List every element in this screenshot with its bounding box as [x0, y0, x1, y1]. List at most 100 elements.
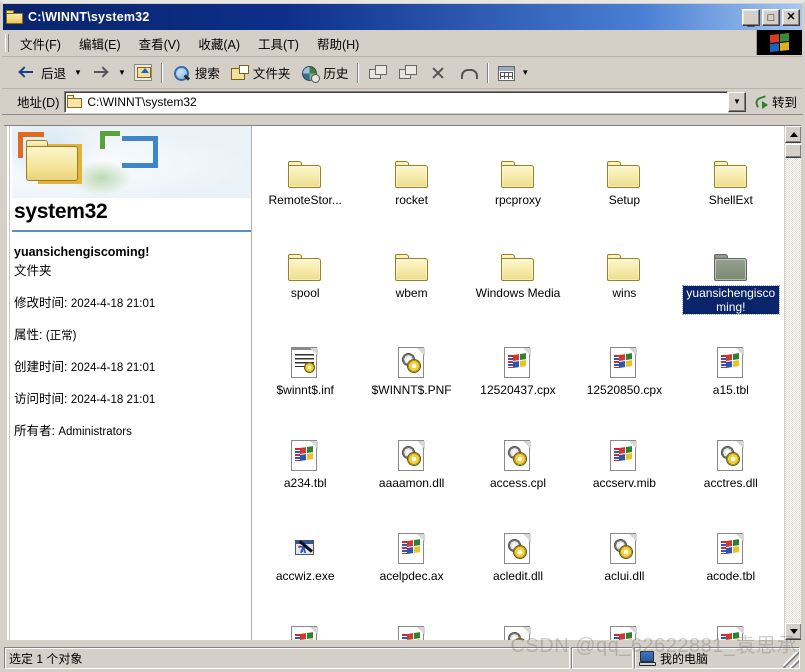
- toolbar-separator: [160, 62, 163, 83]
- copy-to-icon: [398, 64, 418, 82]
- address-label: 地址(D): [17, 96, 60, 110]
- forward-dropdown-icon[interactable]: ▼: [118, 68, 126, 77]
- file-list-item[interactable]: NtmsData: [358, 126, 464, 153]
- file-icon-flag: [716, 533, 745, 565]
- file-list-item[interactable]: npp: [252, 126, 358, 153]
- menu-item-view[interactable]: 查看(V): [130, 30, 190, 57]
- scroll-up-button[interactable]: [785, 126, 801, 143]
- up-folder-icon: [133, 64, 152, 81]
- green-bracket-icon: [100, 131, 120, 149]
- file-list-item-label: $winnt$.inf: [276, 383, 334, 397]
- views-button[interactable]: ▼: [493, 60, 537, 86]
- minimize-button[interactable]: _: [742, 8, 760, 26]
- file-list-item[interactable]: [252, 618, 358, 640]
- file-list-item[interactable]: reminst: [678, 126, 784, 153]
- file-list-item[interactable]: spool: [252, 246, 358, 339]
- file-list-item[interactable]: os2: [465, 126, 571, 153]
- delete-button[interactable]: [423, 60, 453, 86]
- go-button[interactable]: 转到: [747, 92, 803, 111]
- detail-key: 所有者:: [14, 424, 55, 438]
- file-list-item[interactable]: access.cpl: [465, 432, 571, 525]
- file-list-item[interactable]: 12520850.cpx: [571, 339, 677, 432]
- menu-item-favorites[interactable]: 收藏(A): [189, 30, 249, 57]
- detail-row-modified: 修改时间: 2024-4-18 21:01: [14, 292, 247, 311]
- file-list-item[interactable]: a15.tbl: [678, 339, 784, 432]
- history-label: 历史: [323, 67, 349, 81]
- file-list-item-label: $WINNT$.PNF: [371, 383, 452, 397]
- file-icon-gear: [397, 440, 426, 472]
- file-list-item-label: Windows Media: [475, 286, 561, 300]
- file-list-item[interactable]: aaaamon.dll: [358, 432, 464, 525]
- file-list-item[interactable]: $WINNT$.PNF: [358, 339, 464, 432]
- folder-icon: [394, 161, 429, 189]
- file-list-item[interactable]: rocket: [358, 153, 464, 246]
- file-list-item[interactable]: ras: [571, 126, 677, 153]
- file-list-item[interactable]: acledit.dll: [465, 525, 571, 618]
- file-list-item[interactable]: accserv.mib: [571, 432, 677, 525]
- file-list-pane[interactable]: nppNtmsDataos2rasreminst RemoteStor... roc…: [252, 126, 801, 640]
- back-button[interactable]: 后退: [13, 60, 71, 86]
- file-list-item[interactable]: wbem: [358, 246, 464, 339]
- file-list-item[interactable]: $winnt$.inf: [252, 339, 358, 432]
- file-list-item[interactable]: a234.tbl: [252, 432, 358, 525]
- move-to-button[interactable]: [363, 60, 393, 86]
- file-list-item[interactable]: acode.tbl: [678, 525, 784, 618]
- explorer-body: system32 yuansichengiscoming! 文件夹 修改时间: …: [4, 125, 801, 640]
- file-list-item[interactable]: accwiz.exe: [252, 525, 358, 618]
- menu-item-help[interactable]: 帮助(H): [308, 30, 368, 57]
- file-list-item[interactable]: ShellExt: [678, 153, 784, 246]
- menu-item-tools[interactable]: 工具(T): [249, 30, 308, 57]
- views-dropdown-icon[interactable]: ▼: [521, 68, 529, 77]
- history-button[interactable]: 历史: [295, 60, 353, 86]
- up-button[interactable]: [129, 60, 157, 86]
- vertical-scrollbar[interactable]: [784, 126, 801, 640]
- folder-icon: [288, 254, 322, 282]
- toolbar-separator: [357, 62, 360, 83]
- info-panel-details: yuansichengiscoming! 文件夹 修改时间: 2024-4-18…: [12, 232, 251, 439]
- detail-key: 属性:: [14, 328, 43, 342]
- file-list-item[interactable]: [571, 618, 677, 640]
- file-list-item[interactable]: RemoteStor...: [252, 153, 358, 246]
- menu-item-file[interactable]: 文件(F): [11, 30, 70, 57]
- file-list-item[interactable]: wins: [571, 246, 677, 339]
- history-icon: [300, 64, 321, 83]
- file-list-item[interactable]: acctres.dll: [678, 432, 784, 525]
- file-list-item-label: wins: [612, 286, 637, 300]
- scrollbar-thumb[interactable]: [785, 144, 801, 158]
- detail-row-created: 创建时间: 2024-4-18 21:01: [14, 356, 247, 375]
- file-list-item-label: RemoteStor...: [268, 193, 342, 207]
- file-list-item[interactable]: [678, 618, 784, 640]
- file-icon-gear: [503, 626, 532, 640]
- copy-to-button[interactable]: [393, 60, 423, 86]
- file-list-item[interactable]: Setup: [571, 153, 677, 246]
- selected-item-name: yuansichengiscoming!: [14, 245, 150, 259]
- resize-grip[interactable]: [783, 652, 799, 668]
- info-panel-title: system32: [14, 200, 108, 223]
- file-list-item-label: rpcproxy: [494, 193, 541, 207]
- file-list-item[interactable]: [465, 618, 571, 640]
- address-input[interactable]: C:\WINNT\system32: [64, 90, 728, 113]
- windows-logo-button[interactable]: [756, 30, 802, 55]
- file-list-item-label: accserv.mib: [592, 476, 656, 490]
- back-label: 后退: [41, 67, 67, 81]
- address-dropdown-button[interactable]: ▼: [727, 91, 746, 112]
- undo-button[interactable]: [453, 60, 483, 86]
- close-button[interactable]: ✕: [782, 8, 800, 26]
- maximize-button[interactable]: □: [762, 8, 780, 26]
- scrollbar-track[interactable]: [785, 143, 801, 623]
- folders-button[interactable]: 文件夹: [225, 60, 296, 86]
- scroll-down-button[interactable]: [785, 623, 801, 640]
- forward-button[interactable]: [85, 60, 115, 86]
- search-button[interactable]: 搜索: [167, 60, 225, 86]
- menu-item-edit[interactable]: 编辑(E): [70, 30, 130, 57]
- back-dropdown-icon[interactable]: ▼: [74, 68, 82, 77]
- file-list-item[interactable]: acelpdec.ax: [358, 525, 464, 618]
- file-list-item[interactable]: aclui.dll: [571, 525, 677, 618]
- file-list-item[interactable]: 12520437.cpx: [465, 339, 571, 432]
- file-list-item-label: 12520437.cpx: [480, 383, 556, 397]
- file-list-item-selected[interactable]: yuansichengiscoming!: [678, 246, 784, 339]
- file-list-item[interactable]: rpcproxy: [465, 153, 571, 246]
- file-list-item[interactable]: [358, 618, 464, 640]
- menu-gripper[interactable]: [5, 34, 9, 52]
- file-list-item[interactable]: Windows Media: [465, 246, 571, 339]
